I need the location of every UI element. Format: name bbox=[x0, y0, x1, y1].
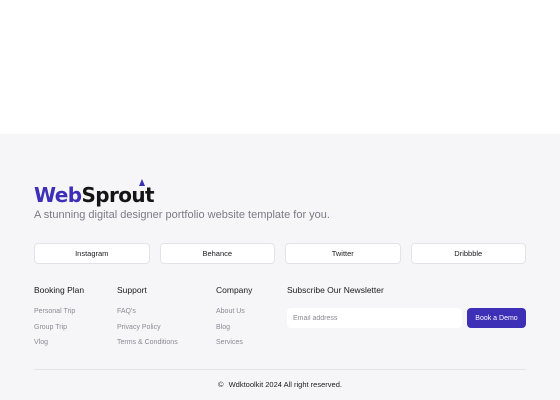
column-title: Booking Plan bbox=[34, 285, 85, 295]
brand-logo[interactable]: WebSprout bbox=[34, 178, 155, 207]
footer-link-faqs[interactable]: FAQ's bbox=[117, 308, 178, 324]
column-title: Company bbox=[216, 285, 253, 295]
page-top-area bbox=[0, 0, 560, 134]
dribbble-button[interactable]: Dribbble bbox=[410, 243, 526, 264]
footer-link-services[interactable]: Services bbox=[216, 339, 252, 355]
email-input[interactable] bbox=[287, 308, 462, 328]
copyright-icon: © bbox=[218, 380, 224, 389]
footer-link-terms[interactable]: Terms & Conditions bbox=[117, 339, 178, 355]
instagram-button[interactable]: Instagram bbox=[34, 243, 150, 264]
newsletter-title: Subscribe Our Newsletter bbox=[287, 285, 384, 295]
footer-link-blog[interactable]: Blog bbox=[216, 324, 252, 340]
footer-link-about-us[interactable]: About Us bbox=[216, 308, 252, 324]
company-column: Company About Us Blog Services bbox=[216, 285, 252, 355]
footer-divider bbox=[34, 369, 526, 370]
footer-link-personal-trip[interactable]: Personal Trip bbox=[34, 308, 84, 324]
social-links: Instagram Behance Twitter Dribbble bbox=[34, 243, 526, 264]
logo-leaf-icon bbox=[139, 179, 145, 186]
site-footer: WebSprout A stunning digital designer po… bbox=[0, 134, 560, 400]
logo-text: WebSprout bbox=[34, 183, 155, 207]
brand-tagline: A stunning digital designer portfolio we… bbox=[34, 209, 330, 221]
footer-link-group-trip[interactable]: Group Trip bbox=[34, 324, 84, 340]
copyright-line: © Wdktoolkit 2024 All right reserved. bbox=[0, 380, 560, 389]
book-demo-button[interactable]: Book a Demo bbox=[467, 308, 526, 328]
twitter-button[interactable]: Twitter bbox=[285, 243, 401, 264]
booking-plan-column: Booking Plan Personal Trip Group Trip Vl… bbox=[34, 285, 84, 355]
copyright-text: Wdktoolkit 2024 All right reserved. bbox=[228, 380, 342, 389]
behance-button[interactable]: Behance bbox=[159, 243, 275, 264]
newsletter-form: Book a Demo bbox=[287, 308, 526, 328]
newsletter-section: Subscribe Our Newsletter Book a Demo bbox=[287, 285, 526, 328]
footer-link-vlog[interactable]: Vlog bbox=[34, 339, 84, 355]
column-title: Support bbox=[117, 285, 147, 295]
support-column: Support FAQ's Privacy Policy Terms & Con… bbox=[117, 285, 178, 355]
logo-web-part: Web bbox=[34, 183, 82, 207]
footer-link-privacy-policy[interactable]: Privacy Policy bbox=[117, 324, 178, 340]
